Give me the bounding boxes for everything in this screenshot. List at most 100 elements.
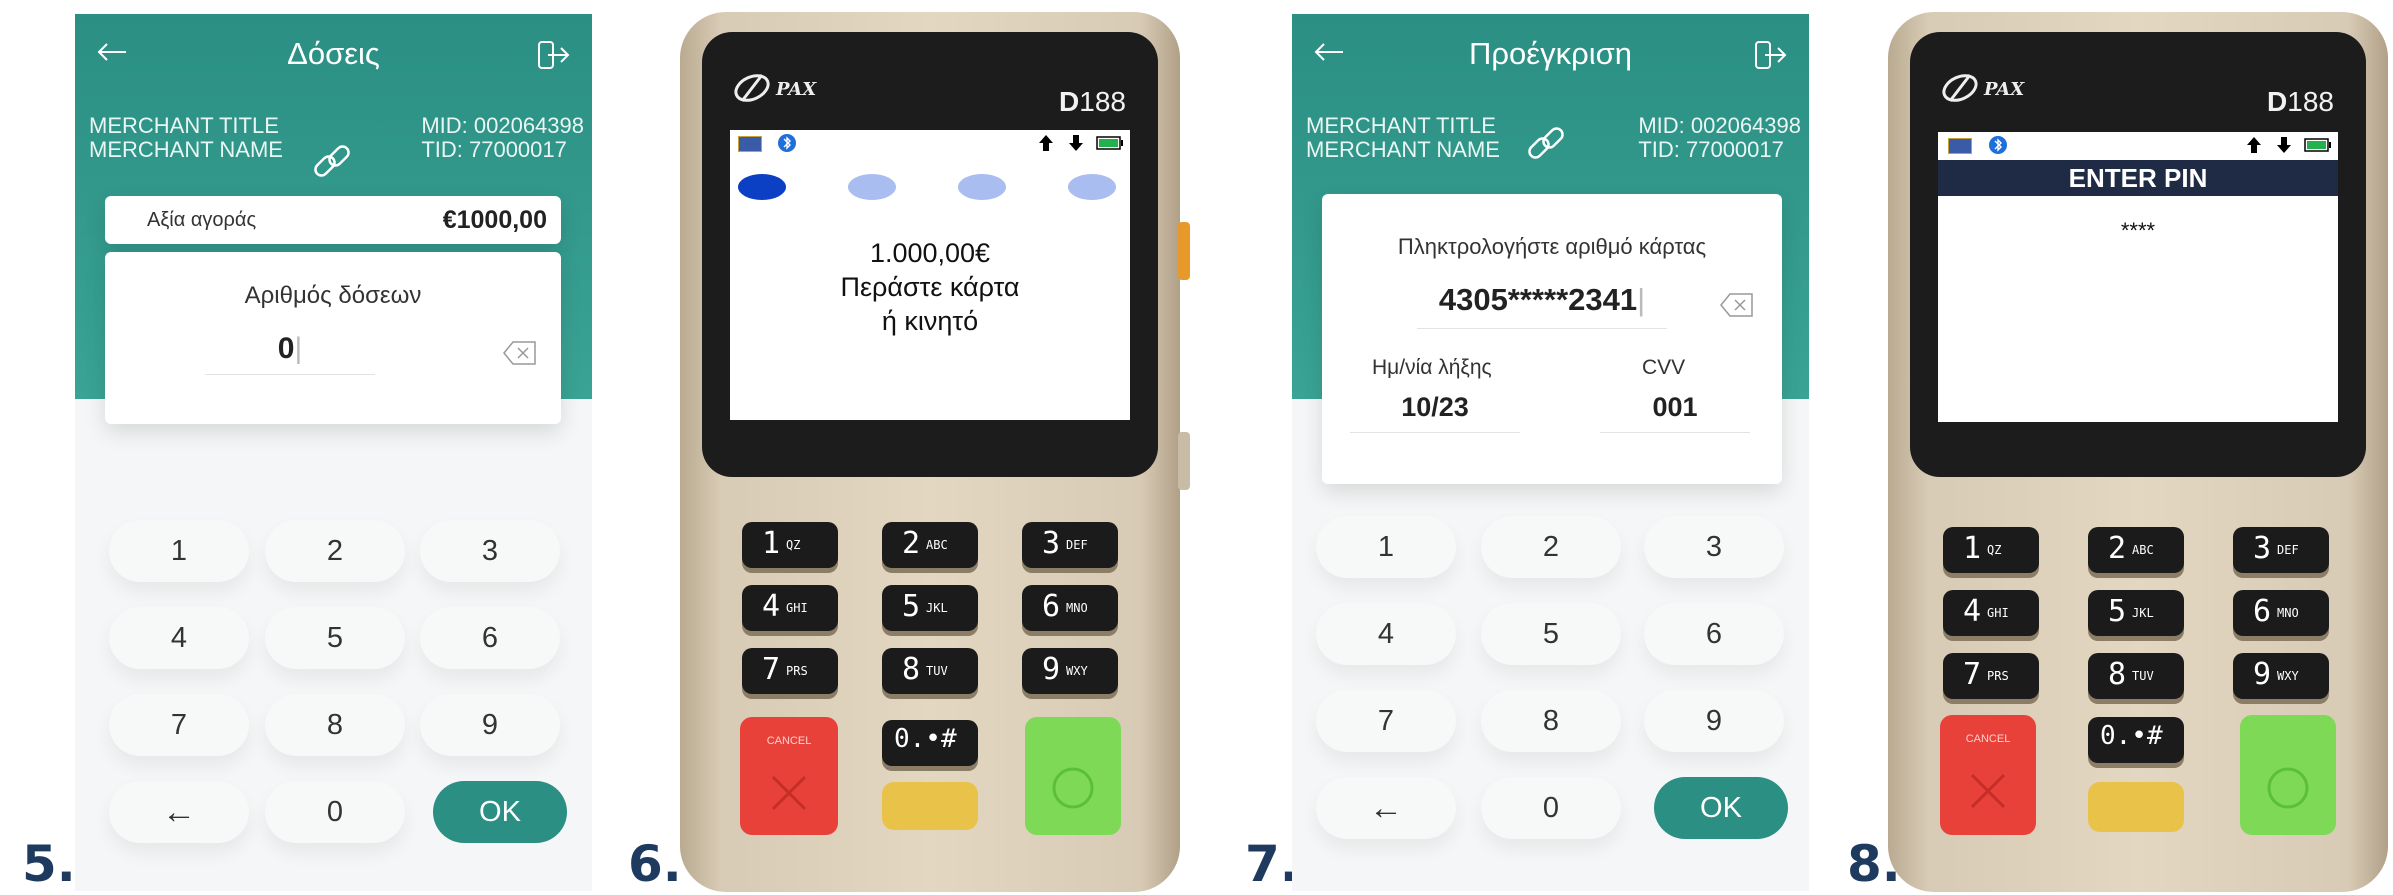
terminal-key-8[interactable]: 8 TUV: [2088, 653, 2184, 699]
cvv-label: CVV: [1642, 356, 1686, 379]
pax-logo: PAX: [732, 72, 816, 103]
key-2[interactable]: 2: [1481, 516, 1621, 578]
bluetooth-icon: [778, 134, 796, 152]
download-arrow-icon: [1069, 135, 1083, 151]
installments-label: Αριθμός δόσεων: [244, 282, 422, 309]
terminal-key-0[interactable]: 0.•#: [2088, 717, 2184, 763]
enter-button[interactable]: [2240, 715, 2336, 835]
terminal-key-7[interactable]: 7 PRS: [1943, 653, 2039, 699]
ok-button[interactable]: OK: [1654, 777, 1788, 839]
amount-text: 1.000,00€: [869, 238, 991, 268]
key-6[interactable]: 6: [420, 607, 560, 669]
key-4[interactable]: 4: [109, 607, 249, 669]
installments-input[interactable]: 0|: [205, 332, 375, 375]
amount-label: Αξία αγοράς: [147, 209, 257, 231]
progress-dot-3: [958, 174, 1006, 200]
clear-button[interactable]: [882, 782, 978, 830]
cancel-button[interactable]: CANCEL: [1940, 715, 2036, 835]
page-title: Προέγκριση: [1469, 36, 1632, 71]
terminal-display: ENTER PIN ****: [1938, 132, 2338, 422]
terminal-key-9[interactable]: 9 WXY: [1022, 648, 1118, 694]
key-1[interactable]: 1: [109, 520, 249, 582]
installments-value: 0: [277, 332, 295, 365]
card-number-input[interactable]: 4305*****2341|: [1417, 282, 1667, 329]
key-7[interactable]: 7: [109, 694, 249, 756]
merchant-name: MERCHANT NAME: [89, 137, 283, 162]
key-9[interactable]: 9: [1644, 690, 1784, 752]
terminal-key-9[interactable]: 9 WXY: [2233, 653, 2329, 699]
pin-mask: ****: [2120, 218, 2156, 243]
expiry-input[interactable]: 10/23: [1350, 392, 1520, 433]
step-label-7: 7.: [1245, 835, 1299, 893]
terminal-key-1[interactable]: 1 QZ: [742, 522, 838, 568]
terminal-key-0[interactable]: 0.•#: [882, 720, 978, 766]
tid-value: TID: 77000017: [1638, 137, 1784, 162]
terminal-key-3[interactable]: 3 DEF: [2233, 527, 2329, 573]
cvv-input[interactable]: 001: [1600, 392, 1750, 433]
card-icon: [1948, 138, 1972, 154]
ok-button[interactable]: OK: [433, 781, 567, 843]
cancel-button[interactable]: CANCEL: [740, 717, 838, 835]
pax-terminal-tap-card: PAX D188 1.000,00€ Περάστε κάρτα ή κινητ…: [680, 12, 1190, 892]
key-3[interactable]: 3: [1644, 516, 1784, 578]
battery-icon: [1096, 136, 1123, 150]
logout-icon[interactable]: [1753, 40, 1787, 70]
terminal-display: 1.000,00€ Περάστε κάρτα ή κινητό: [730, 130, 1130, 420]
cvv-value: 001: [1652, 392, 1698, 422]
terminal-key-8[interactable]: 8 TUV: [882, 648, 978, 694]
terminal-key-5[interactable]: 5 JKL: [2088, 590, 2184, 636]
side-button[interactable]: [1178, 432, 1190, 490]
progress-dot-2: [848, 174, 896, 200]
prompt-line-2: ή κινητό: [881, 306, 979, 336]
expiry-value: 10/23: [1401, 392, 1469, 422]
mid-value: MID: 002064398: [421, 113, 584, 138]
amount-value: €1000,00: [442, 206, 547, 234]
upload-arrow-icon: [2247, 137, 2261, 153]
link-icon[interactable]: [1522, 120, 1570, 168]
terminal-key-2[interactable]: 2 ABC: [882, 522, 978, 568]
terminal-key-4[interactable]: 4 GHI: [1943, 590, 2039, 636]
expiry-label: Ημ/νία λήξης: [1372, 356, 1492, 379]
side-button-orange[interactable]: [1178, 222, 1190, 280]
terminal-key-6[interactable]: 6 MNO: [1022, 585, 1118, 631]
prompt-line-1: Περάστε κάρτα: [840, 272, 1020, 302]
clear-button[interactable]: [2088, 782, 2184, 832]
terminal-key-7[interactable]: 7 PRS: [742, 648, 838, 694]
key-0[interactable]: 0: [265, 781, 405, 843]
terminal-key-5[interactable]: 5 JKL: [882, 585, 978, 631]
key-1[interactable]: 1: [1316, 516, 1456, 578]
link-icon[interactable]: [308, 138, 356, 186]
key-8[interactable]: 8: [1481, 690, 1621, 752]
key-5[interactable]: 5: [1481, 603, 1621, 665]
key-7[interactable]: 7: [1316, 690, 1456, 752]
terminal-key-6[interactable]: 6 MNO: [2233, 590, 2329, 636]
key-6[interactable]: 6: [1644, 603, 1784, 665]
key-back[interactable]: ←: [109, 781, 249, 843]
terminal-key-1[interactable]: 1 QZ: [1943, 527, 2039, 573]
progress-dot-4: [1068, 174, 1116, 200]
key-2[interactable]: 2: [265, 520, 405, 582]
key-8[interactable]: 8: [265, 694, 405, 756]
key-3[interactable]: 3: [420, 520, 560, 582]
card-number-value: 4305*****2341: [1438, 282, 1638, 317]
terminal-key-2[interactable]: 2 ABC: [2088, 527, 2184, 573]
download-arrow-icon: [2277, 137, 2291, 153]
pin-header-bar: ENTER PIN: [1938, 160, 2338, 196]
terminal-key-3[interactable]: 3 DEF: [1022, 522, 1118, 568]
enter-button[interactable]: [1025, 717, 1121, 835]
backspace-icon[interactable]: [503, 341, 537, 365]
installments-screen: Δόσεις MERCHANT TITLE MERCHANT NAME MID:…: [75, 14, 592, 891]
card-icon: [738, 136, 762, 152]
key-back[interactable]: ←: [1316, 777, 1456, 839]
model-label: D188: [1059, 86, 1126, 117]
key-0[interactable]: 0: [1481, 777, 1621, 839]
cancel-x-icon: [771, 775, 807, 811]
step-label-5: 5.: [22, 835, 76, 893]
logout-icon[interactable]: [536, 40, 570, 70]
key-5[interactable]: 5: [265, 607, 405, 669]
backspace-icon[interactable]: [1720, 293, 1754, 317]
key-9[interactable]: 9: [420, 694, 560, 756]
key-4[interactable]: 4: [1316, 603, 1456, 665]
bluetooth-icon: [1989, 136, 2007, 154]
terminal-key-4[interactable]: 4 GHI: [742, 585, 838, 631]
